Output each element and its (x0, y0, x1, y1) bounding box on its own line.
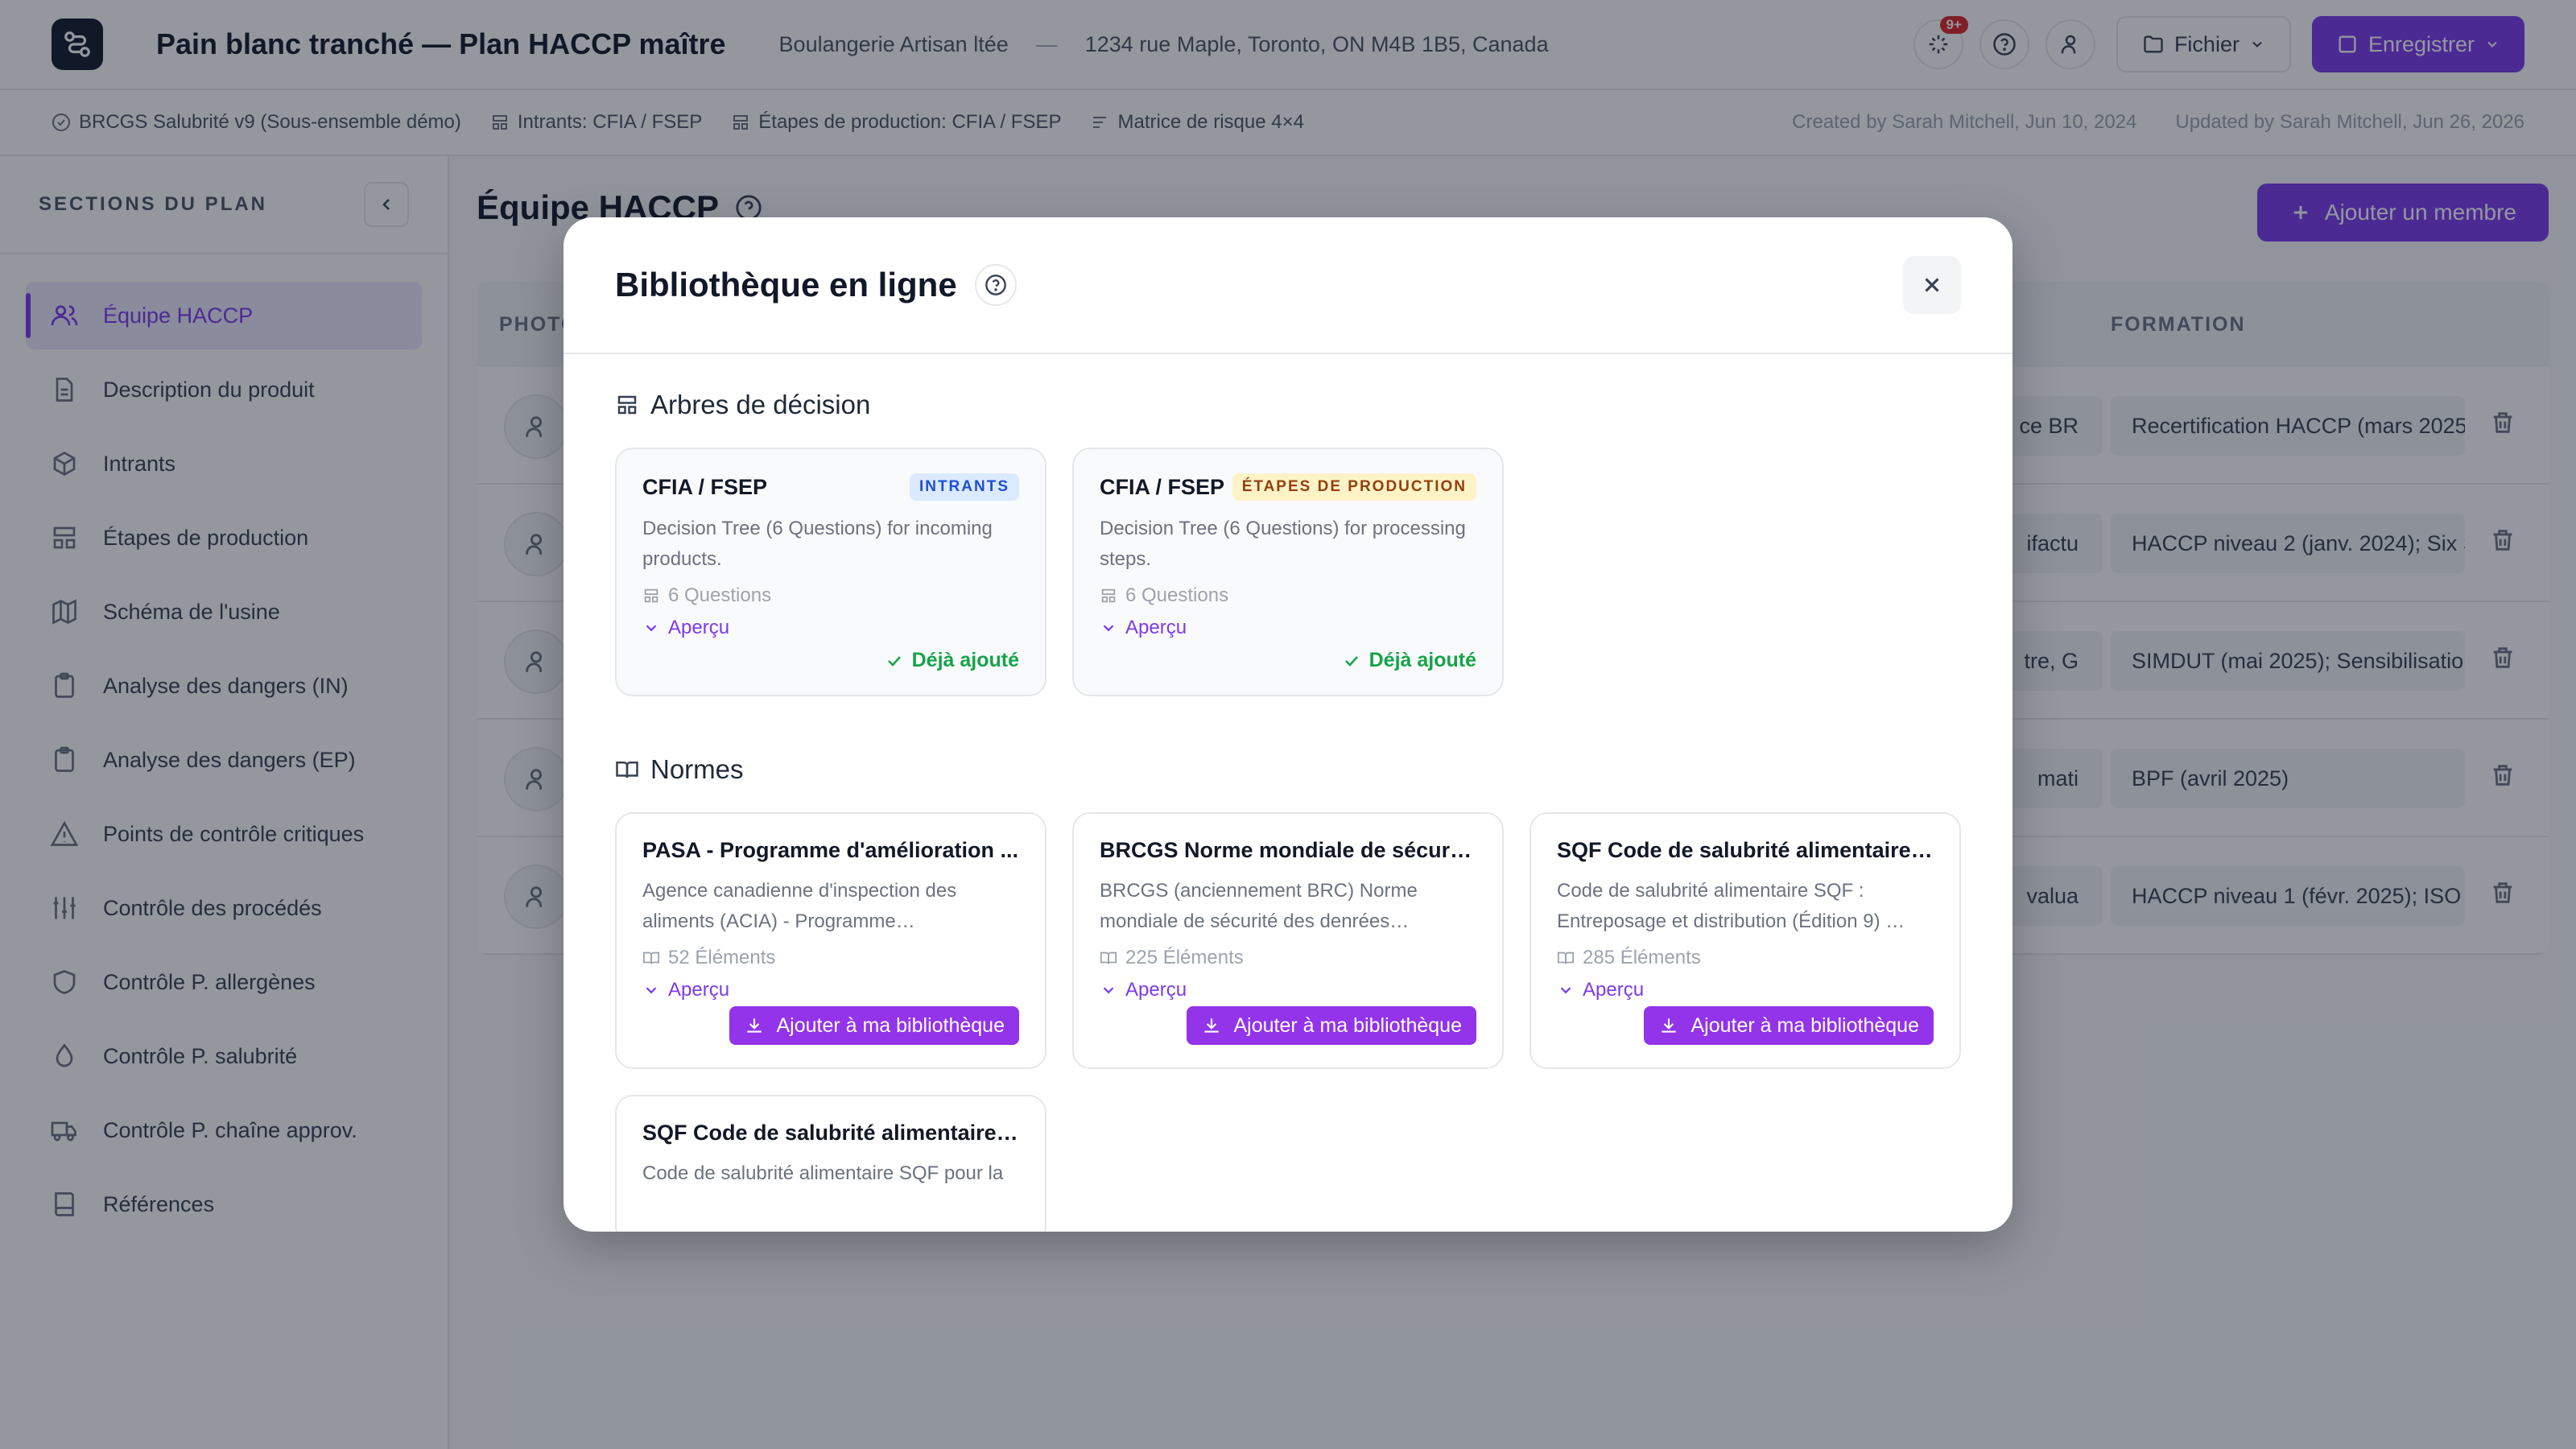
card-count-text: 285 Éléments (1583, 947, 1701, 968)
norms-heading: Normes (615, 754, 1961, 785)
layout-icon (1101, 588, 1116, 603)
modal-help-button[interactable] (974, 264, 1017, 306)
card-title: CFIA / FSEP (642, 474, 768, 499)
status-text: Déjà ajouté (911, 649, 1019, 671)
norm-card[interactable]: PASA - Programme d'amélioration ... Agen… (615, 812, 1046, 1069)
close-icon (1925, 278, 1939, 292)
add-to-library-label: Ajouter à ma bibliothèque (1690, 1013, 1919, 1037)
card-title: CFIA / FSEP (1100, 474, 1225, 499)
add-to-library-label: Ajouter à ma bibliothèque (1233, 1013, 1462, 1037)
card-count: 225 Éléments (1100, 947, 1476, 969)
decision-trees-heading-text: Arbres de décision (650, 390, 871, 419)
chevron-down-icon (1560, 987, 1571, 994)
card-count: 6 Questions (642, 584, 1019, 607)
chevron-down-icon (646, 987, 657, 994)
card-count: 6 Questions (1100, 584, 1476, 607)
card-description: Code de salubrité alimentaire SQF : Entr… (1557, 880, 1905, 932)
norm-card[interactable]: SQF Code de salubrité alimentaire :... C… (1530, 812, 1961, 1069)
card-count: 52 Éléments (642, 947, 1019, 969)
download-icon (1204, 1018, 1220, 1033)
book-open-icon (616, 762, 638, 778)
modal-title: Bibliothèque en ligne (615, 266, 957, 303)
decision-trees-heading: Arbres de décision (615, 390, 1961, 420)
card-count: 285 Éléments (1557, 947, 1934, 969)
card-description: BRCGS (anciennement BRC) Norme mondiale … (1100, 880, 1418, 932)
already-added-status: Déjà ajouté (1342, 649, 1476, 672)
preview-label: Aperçu (1125, 617, 1187, 638)
category-badge: INTRANTS (909, 473, 1019, 501)
add-to-library-button[interactable]: Ajouter à ma bibliothèque (1187, 1006, 1476, 1045)
check-icon (1344, 655, 1358, 667)
preview-label: Aperçu (668, 617, 730, 638)
preview-toggle[interactable]: Aperçu (642, 979, 1019, 1001)
card-title: PASA - Programme d'amélioration ... (642, 838, 1019, 862)
layout-icon (644, 588, 658, 603)
card-count-text: 52 Éléments (668, 947, 776, 968)
chevron-down-icon (1103, 987, 1114, 994)
preview-label: Aperçu (1583, 979, 1645, 1001)
card-count-text: 6 Questions (668, 584, 772, 606)
book-open-icon (1100, 952, 1117, 964)
book-open-icon (642, 952, 660, 964)
card-description: Decision Tree (6 Questions) for incoming… (642, 518, 993, 570)
card-title: BRCGS Norme mondiale de sécurit... (1100, 838, 1476, 862)
add-to-library-label: Ajouter à ma bibliothèque (776, 1013, 1005, 1037)
card-description: Code de salubrité alimentaire SQF pour l… (642, 1162, 1004, 1184)
decision-tree-card[interactable]: CFIA / FSEP INTRANTS Decision Tree (6 Qu… (615, 448, 1046, 696)
add-to-library-button[interactable]: Ajouter à ma bibliothèque (1644, 1006, 1934, 1045)
norm-card[interactable]: BRCGS Norme mondiale de sécurit... BRCGS… (1072, 812, 1504, 1069)
add-to-library-button[interactable]: Ajouter à ma bibliothèque (729, 1006, 1019, 1045)
preview-label: Aperçu (668, 979, 730, 1001)
close-modal-button[interactable] (1903, 256, 1961, 314)
norm-card[interactable]: SQF Code de salubrité alimentaire :... C… (615, 1095, 1046, 1232)
card-description: Agence canadienne d'inspection des alime… (642, 880, 957, 932)
preview-toggle[interactable]: Aperçu (642, 617, 1019, 639)
category-badge: ÉTAPES DE PRODUCTION (1232, 473, 1476, 501)
norms-heading-text: Normes (650, 754, 744, 784)
preview-toggle[interactable]: Aperçu (1557, 979, 1934, 1001)
decision-tree-card[interactable]: CFIA / FSEP ÉTAPES DE PRODUCTION Decisio… (1072, 448, 1504, 696)
check-icon (887, 655, 901, 667)
chevron-down-icon (1103, 625, 1114, 632)
status-text: Déjà ajouté (1368, 649, 1476, 671)
help-icon (985, 275, 1006, 295)
online-library-modal: Bibliothèque en ligne Arbres de décision… (564, 217, 2013, 1232)
card-count-text: 6 Questions (1125, 584, 1229, 606)
preview-toggle[interactable]: Aperçu (1100, 617, 1476, 639)
layout-icon (617, 395, 637, 415)
preview-toggle[interactable]: Aperçu (1100, 979, 1476, 1001)
card-title: SQF Code de salubrité alimentaire :... (642, 1121, 1019, 1145)
preview-label: Aperçu (1125, 979, 1187, 1001)
book-open-icon (1557, 952, 1575, 964)
card-description: Decision Tree (6 Questions) for processi… (1100, 518, 1466, 570)
modal-body[interactable]: Arbres de décision CFIA / FSEP INTRANTS … (564, 354, 2013, 1232)
modal-header: Bibliothèque en ligne (564, 217, 2013, 354)
card-count-text: 225 Éléments (1125, 947, 1244, 968)
chevron-down-icon (646, 625, 657, 632)
card-title: SQF Code de salubrité alimentaire :... (1557, 838, 1934, 862)
already-added-status: Déjà ajouté (885, 649, 1019, 672)
download-icon (747, 1018, 762, 1033)
download-icon (1662, 1018, 1677, 1033)
